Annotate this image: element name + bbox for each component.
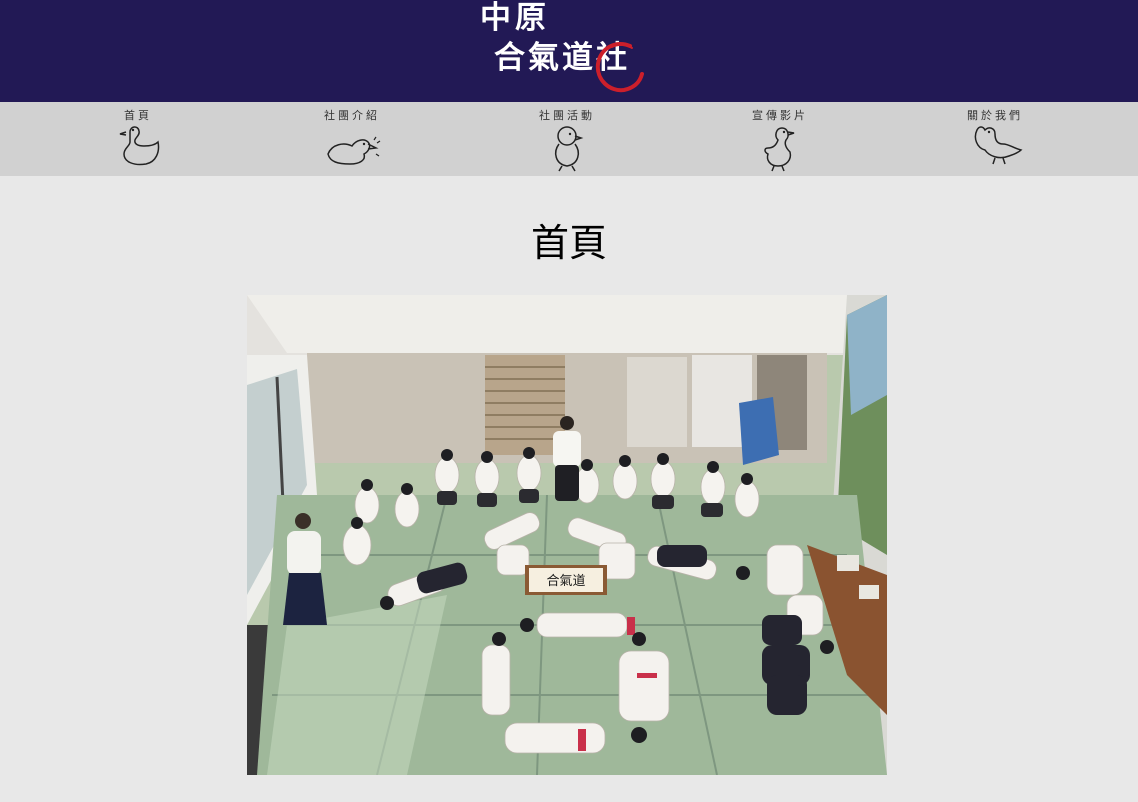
duck-flapping-icon [974,126,1023,165]
club-logo[interactable]: 中原 合氣道社 [474,0,650,100]
duck-lying-icon [327,136,381,165]
enso-ring-icon [595,42,644,93]
logo-line-1: 中原 [480,0,550,36]
nav-item-club-activities[interactable]: 社團活動 [507,102,627,176]
main-nav: 首頁 社團介紹 社團活動 宣傳影片 關於我們 [0,102,1138,176]
nav-label-club-intro: 社團介紹 [324,109,380,122]
nav-item-about-us[interactable]: 關於我們 [935,102,1055,176]
nav-item-club-intro[interactable]: 社團介紹 [292,102,412,176]
nav-label-about-us: 關於我們 [967,109,1023,122]
duckling-icon [554,126,584,172]
nav-item-promo-videos[interactable]: 宣傳影片 [720,102,840,176]
nav-label-home: 首頁 [124,109,152,122]
page-title: 首頁 [530,221,607,265]
nav-label-promo-videos: 宣傳影片 [752,109,808,122]
club-group-photo: 合氣道 [247,295,887,775]
nav-label-club-activities: 社團活動 [539,109,595,122]
duck-standing-icon [764,127,795,172]
group-photo-image: 合氣道 [247,295,887,775]
site-header: 中原 合氣道社 [0,0,1138,102]
sign-text: 合氣道 [546,574,585,589]
duck-sitting-icon [119,126,160,166]
nav-item-home[interactable]: 首頁 [78,102,198,176]
